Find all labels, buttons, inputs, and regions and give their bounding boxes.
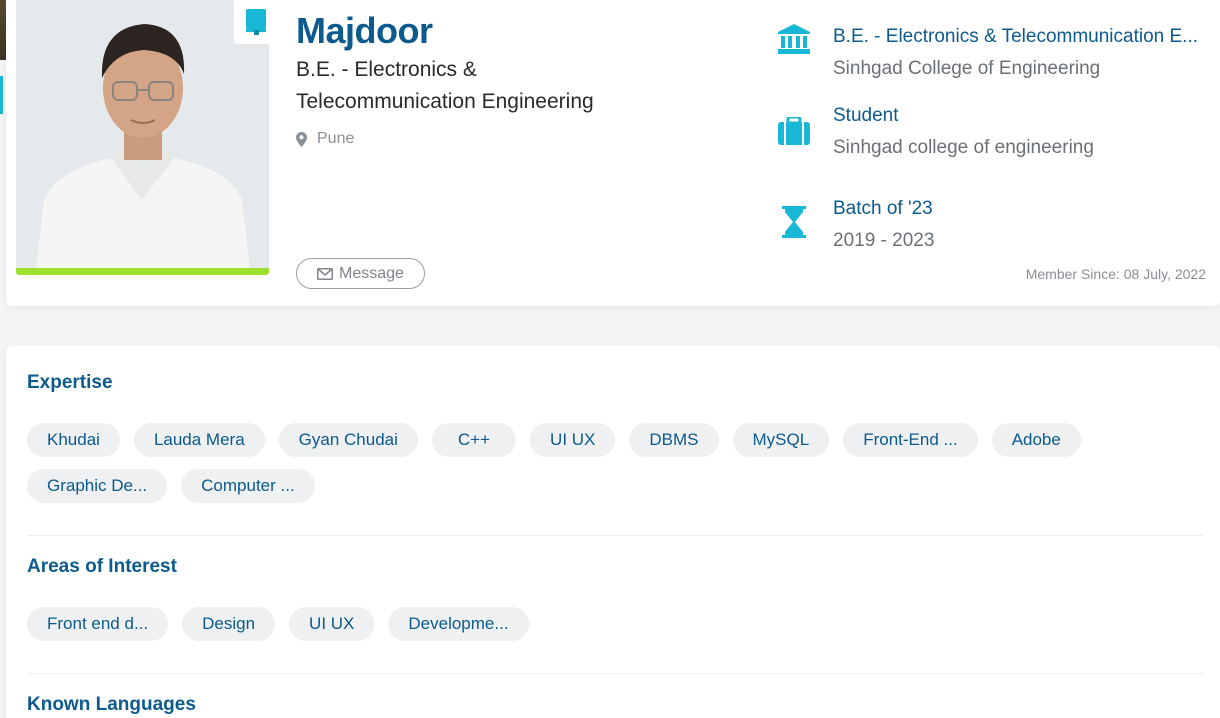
interest-chip[interactable]: Design [182,607,276,641]
profile-degree: B.E. - Electronics & Telecommunication E… [296,58,594,113]
interest-chip[interactable]: Front end d... [27,607,169,641]
section-divider [27,535,1203,536]
message-button[interactable]: Message [296,258,425,289]
details-card: Expertise Khudai Lauda Mera Gyan Chudai … [6,346,1220,718]
info-role: Student Sinhgad college of engineering [774,103,1094,161]
expertise-chip[interactable]: Front-End ... [843,423,978,457]
expertise-chip[interactable]: C++ [431,423,517,457]
interest-chips: Front end d... Design UI UX Developme... [27,607,1207,641]
batch-years: 2019 - 2023 [833,230,935,251]
expertise-chip[interactable]: Graphic De... [27,469,168,503]
institution-icon [778,24,810,54]
message-label: Message [339,264,404,282]
member-since: Member Since: 08 July, 2022 [1025,266,1206,282]
expertise-chip[interactable]: MySQL [732,423,830,457]
profile-photo [16,0,269,270]
expertise-chip[interactable]: Khudai [27,423,120,457]
languages-title: Known Languages [27,694,196,715]
briefcase-icon [778,117,810,145]
profile-photo-wrapper [16,0,278,276]
person-portrait-image [16,0,269,270]
role-title: Student [833,105,899,126]
expertise-chip[interactable]: Lauda Mera [133,423,265,457]
left-edge-accent [0,76,3,114]
mail-icon [317,267,334,280]
map-pin-icon [296,131,307,147]
info-batch: Batch of '23 2019 - 2023 [774,196,934,254]
profile-photo-bar [16,268,269,275]
interest-title: Areas of Interest [27,556,177,577]
expertise-chip[interactable]: DBMS [629,423,719,457]
hourglass-icon [782,206,806,238]
section-divider [27,673,1203,674]
expertise-chip[interactable]: Computer ... [181,469,315,503]
bookmark-icon [246,9,266,35]
profile-card: Majdoor B.E. - Electronics & Telecommuni… [6,0,1220,306]
bookmark-badge[interactable] [234,0,278,44]
education-title[interactable]: B.E. - Electronics & Telecommunication E… [833,24,1198,50]
expertise-chip[interactable]: UI UX [530,423,616,457]
location-label: Pune [317,130,355,147]
role-organization: Sinhgad college of engineering [833,137,1094,158]
profile-location: Pune [296,130,354,148]
interest-chip[interactable]: UI UX [289,607,375,641]
expertise-title: Expertise [27,372,113,393]
education-institution: Sinhgad College of Engineering [833,58,1101,79]
profile-name: Majdoor [296,10,433,51]
info-education: B.E. - Electronics & Telecommunication E… [774,24,1198,82]
expertise-chips: Khudai Lauda Mera Gyan Chudai C++ UI UX … [27,423,1207,503]
expertise-chip[interactable]: Adobe [991,423,1081,457]
expertise-chip[interactable]: Gyan Chudai [278,423,418,457]
batch-title: Batch of '23 [833,198,933,219]
interest-chip[interactable]: Developme... [388,607,529,641]
